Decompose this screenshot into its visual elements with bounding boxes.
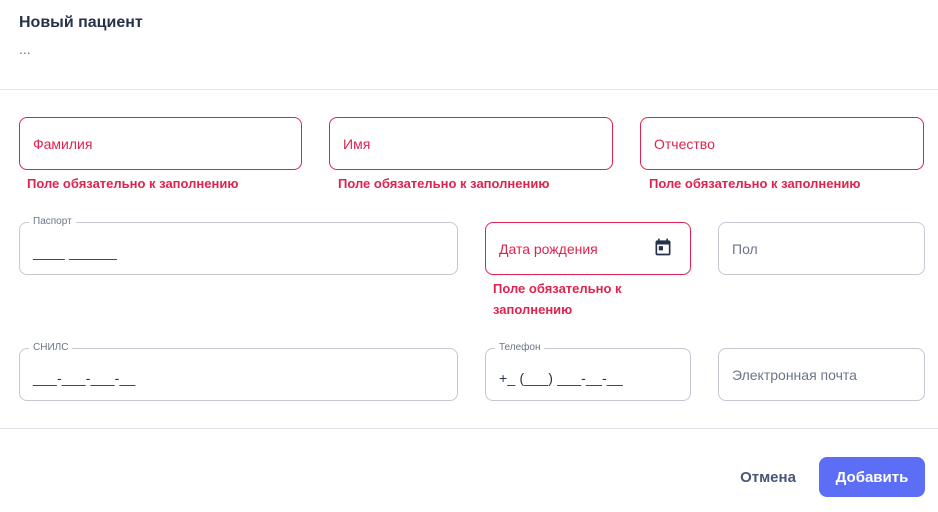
phone-label: Телефон bbox=[495, 342, 545, 354]
snils-label: СНИЛС bbox=[29, 342, 73, 354]
birthdate-error-line2: заполнению bbox=[493, 302, 573, 317]
email-field[interactable]: Электронная почта bbox=[718, 348, 925, 401]
lastname-error: Поле обязательно к заполнению bbox=[27, 176, 239, 191]
page-subtitle: ... bbox=[19, 41, 31, 57]
patronymic-field[interactable]: Отчество bbox=[640, 117, 924, 170]
passport-field[interactable]: Паспорт ____ ______ bbox=[19, 216, 458, 275]
patronymic-error: Поле обязательно к заполнению bbox=[649, 176, 861, 191]
birthdate-error: Поле обязательно к заполнению bbox=[493, 278, 622, 320]
page-title: Новый пациент bbox=[19, 14, 143, 31]
lastname-field[interactable]: Фамилия bbox=[19, 117, 302, 170]
phone-field[interactable]: Телефон +_ (___) ___-__-__ bbox=[485, 342, 691, 401]
birthdate-error-line1: Поле обязательно к bbox=[493, 281, 622, 296]
firstname-field[interactable]: Имя bbox=[329, 117, 613, 170]
birthdate-field[interactable]: Дата рождения bbox=[485, 222, 691, 275]
firstname-placeholder: Имя bbox=[343, 135, 371, 152]
patronymic-placeholder: Отчество bbox=[654, 135, 715, 152]
cancel-button[interactable]: Отмена bbox=[734, 458, 802, 496]
birthdate-placeholder: Дата рождения bbox=[499, 240, 598, 257]
passport-label: Паспорт bbox=[29, 216, 76, 228]
calendar-icon[interactable] bbox=[653, 237, 673, 257]
add-button[interactable]: Добавить bbox=[819, 457, 925, 497]
passport-value: ____ ______ bbox=[33, 243, 117, 260]
snils-value: ___-___-___-__ bbox=[33, 369, 136, 386]
email-placeholder: Электронная почта bbox=[732, 366, 857, 383]
footer-divider bbox=[0, 428, 938, 429]
firstname-error: Поле обязательно к заполнению bbox=[338, 176, 550, 191]
gender-field[interactable]: Пол bbox=[718, 222, 925, 275]
snils-field[interactable]: СНИЛС ___-___-___-__ bbox=[19, 342, 458, 401]
phone-value: +_ (___) ___-__-__ bbox=[499, 369, 623, 386]
gender-placeholder: Пол bbox=[732, 240, 758, 257]
lastname-placeholder: Фамилия bbox=[33, 135, 93, 152]
dialog-header: Новый пациент ... bbox=[0, 0, 938, 90]
